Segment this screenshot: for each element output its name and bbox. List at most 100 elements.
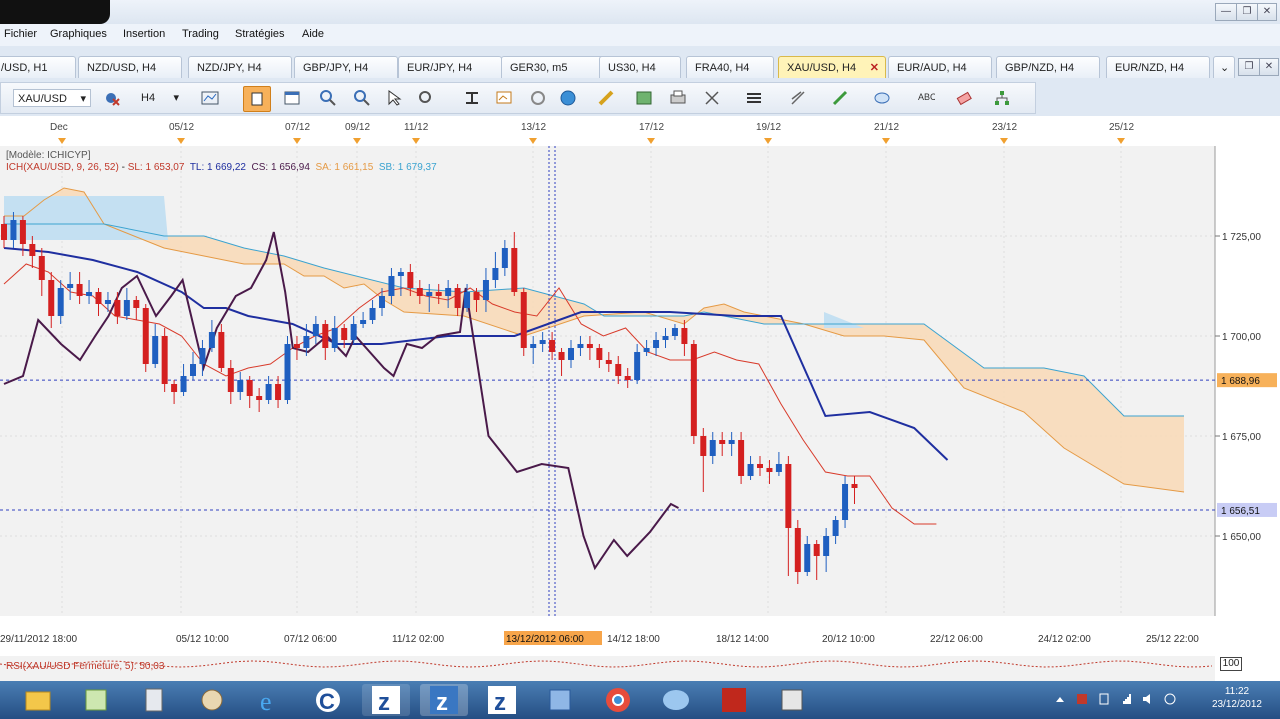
windows-icon[interactable]: [72, 684, 120, 716]
text-tool-icon[interactable]: ABC: [917, 89, 937, 107]
pencil-tool-icon[interactable]: [831, 89, 849, 107]
candle-body: [331, 328, 338, 348]
close-chart-button[interactable]: ✕: [1259, 58, 1279, 76]
scale-icon[interactable]: [463, 89, 481, 107]
cursor-icon[interactable]: [385, 89, 403, 107]
candle-body: [435, 292, 442, 296]
top-date-label: 05/12: [169, 122, 194, 133]
restore-chart-button[interactable]: ❐: [1238, 58, 1260, 76]
price-label: 1 725,00: [1222, 232, 1261, 243]
chrome-icon[interactable]: [594, 684, 642, 716]
tab-gbpjpy[interactable]: GBP/JPY, H4: [294, 56, 398, 78]
tab-nzdjpy[interactable]: NZD/JPY, H4: [188, 56, 292, 78]
candle-body: [464, 292, 471, 308]
candle-body: [246, 380, 253, 396]
candle-body: [615, 364, 622, 376]
ellipse-tool-icon[interactable]: [873, 89, 891, 107]
paint-icon[interactable]: [188, 684, 236, 716]
print-icon[interactable]: [669, 89, 687, 107]
cursor-delete-icon[interactable]: [103, 89, 121, 107]
globe-icon[interactable]: [559, 89, 577, 107]
signal-icon[interactable]: [1120, 693, 1132, 705]
candle-body: [851, 484, 858, 488]
close-tab-icon[interactable]: ✕: [870, 57, 879, 79]
candle-body: [823, 536, 830, 556]
candle-body: [558, 352, 565, 360]
tab-euraud[interactable]: EUR/AUD, H4: [888, 56, 992, 78]
calculator-icon[interactable]: [130, 684, 178, 716]
hierarchy-icon[interactable]: [993, 89, 1011, 107]
window-icon[interactable]: [283, 89, 301, 107]
zoom-in-icon[interactable]: [319, 89, 337, 107]
legend-sa: SA: 1 661,15: [315, 162, 374, 173]
system-clock[interactable]: 11:22 23/12/2012: [1212, 685, 1262, 711]
price-label: 1 650,00: [1222, 532, 1261, 543]
menu-fichier[interactable]: Fichier: [4, 28, 37, 40]
update-icon[interactable]: [1164, 693, 1176, 705]
candle-body: [104, 300, 111, 304]
volume-icon[interactable]: [1142, 693, 1154, 705]
trading-app-icon[interactable]: C: [304, 684, 352, 716]
tab-nzdusd[interactable]: NZD/USD, H4: [78, 56, 182, 78]
candle-body: [785, 464, 792, 528]
menu-strategies[interactable]: Stratégies: [235, 28, 285, 40]
menu-insertion[interactable]: Insertion: [123, 28, 165, 40]
chart-type-icon[interactable]: [201, 89, 219, 107]
candle-body: [57, 288, 64, 316]
tab-us30[interactable]: US30, H4: [599, 56, 681, 78]
symbol-select[interactable]: XAU/USD ▾: [13, 89, 91, 107]
ruler-icon[interactable]: [597, 89, 615, 107]
clock-time: 11:22: [1224, 686, 1250, 697]
template-icon[interactable]: [495, 89, 513, 107]
timeframe-select[interactable]: H4 ▾: [141, 89, 181, 107]
redacted-title: [0, 0, 110, 24]
maximize-button[interactable]: ❐: [1236, 3, 1258, 21]
thunderbird-icon[interactable]: [652, 684, 700, 716]
tab-ger30[interactable]: GER30, m5: [501, 56, 605, 78]
zulutrade-icon-3[interactable]: z: [478, 684, 526, 716]
bottom-date-label: 07/12 06:00: [284, 634, 337, 645]
zulutrade-icon-1[interactable]: z: [362, 684, 410, 716]
candle-body: [794, 528, 801, 572]
minimize-button[interactable]: —: [1215, 3, 1237, 21]
image-icon[interactable]: [635, 89, 653, 107]
network-app-icon[interactable]: [536, 684, 584, 716]
ichimoku-chart[interactable]: Dec 05/12 07/12 09/12 11/12 13/12 17/12 19/12 21…: [0, 116, 1280, 681]
tab-eurjpy[interactable]: EUR/JPY, H4: [398, 56, 502, 78]
menu-aide[interactable]: Aide: [302, 28, 324, 40]
candle-body: [586, 344, 593, 348]
documents-icon[interactable]: [768, 684, 816, 716]
candle-body: [76, 284, 83, 296]
legend-sl: SL: 1 653,07: [127, 162, 185, 173]
tab-xauusd[interactable]: XAU/USD, H4 ✕: [778, 56, 886, 78]
pdf-reader-icon[interactable]: [710, 684, 758, 716]
internet-explorer-icon[interactable]: e: [246, 684, 294, 716]
svg-text:z: z: [436, 689, 448, 716]
candle-body: [180, 376, 187, 392]
tab-gbpnzd[interactable]: GBP/NZD, H4: [996, 56, 1100, 78]
folder-icon[interactable]: [14, 684, 62, 716]
zulutrade-icon-2[interactable]: z: [420, 684, 468, 716]
tab-eurnzd[interactable]: EUR/NZD, H4: [1106, 56, 1210, 78]
show-hidden-icons-icon[interactable]: [1054, 693, 1066, 705]
eraser-icon[interactable]: [955, 89, 973, 107]
flag-icon[interactable]: [1076, 693, 1088, 705]
lines-tool-icon[interactable]: [745, 89, 763, 107]
menu-graphiques[interactable]: Graphiques: [50, 28, 107, 40]
tab-fra40[interactable]: FRA40, H4: [686, 56, 774, 78]
close-button[interactable]: ✕: [1257, 3, 1277, 21]
tabs-overflow-button[interactable]: ⌄: [1213, 56, 1235, 78]
zoom-area-icon[interactable]: [417, 89, 435, 107]
battery-icon[interactable]: [1098, 693, 1110, 705]
menu-trading[interactable]: Trading: [182, 28, 219, 40]
zoom-out-icon[interactable]: [353, 89, 371, 107]
candle-body: [10, 220, 17, 240]
candle-body: [520, 292, 527, 348]
trendline-tool-icon[interactable]: [789, 89, 807, 107]
chart-area[interactable]: Dec 05/12 07/12 09/12 11/12 13/12 17/12 19/12 21…: [0, 116, 1280, 681]
candles-view-icon[interactable]: [243, 86, 271, 112]
refresh-icon[interactable]: [529, 89, 547, 107]
crosshair-tool-icon[interactable]: [703, 89, 721, 107]
legend-cs: CS: 1 656,94: [251, 162, 310, 173]
tab-usd-h1[interactable]: /USD, H1: [0, 56, 76, 78]
